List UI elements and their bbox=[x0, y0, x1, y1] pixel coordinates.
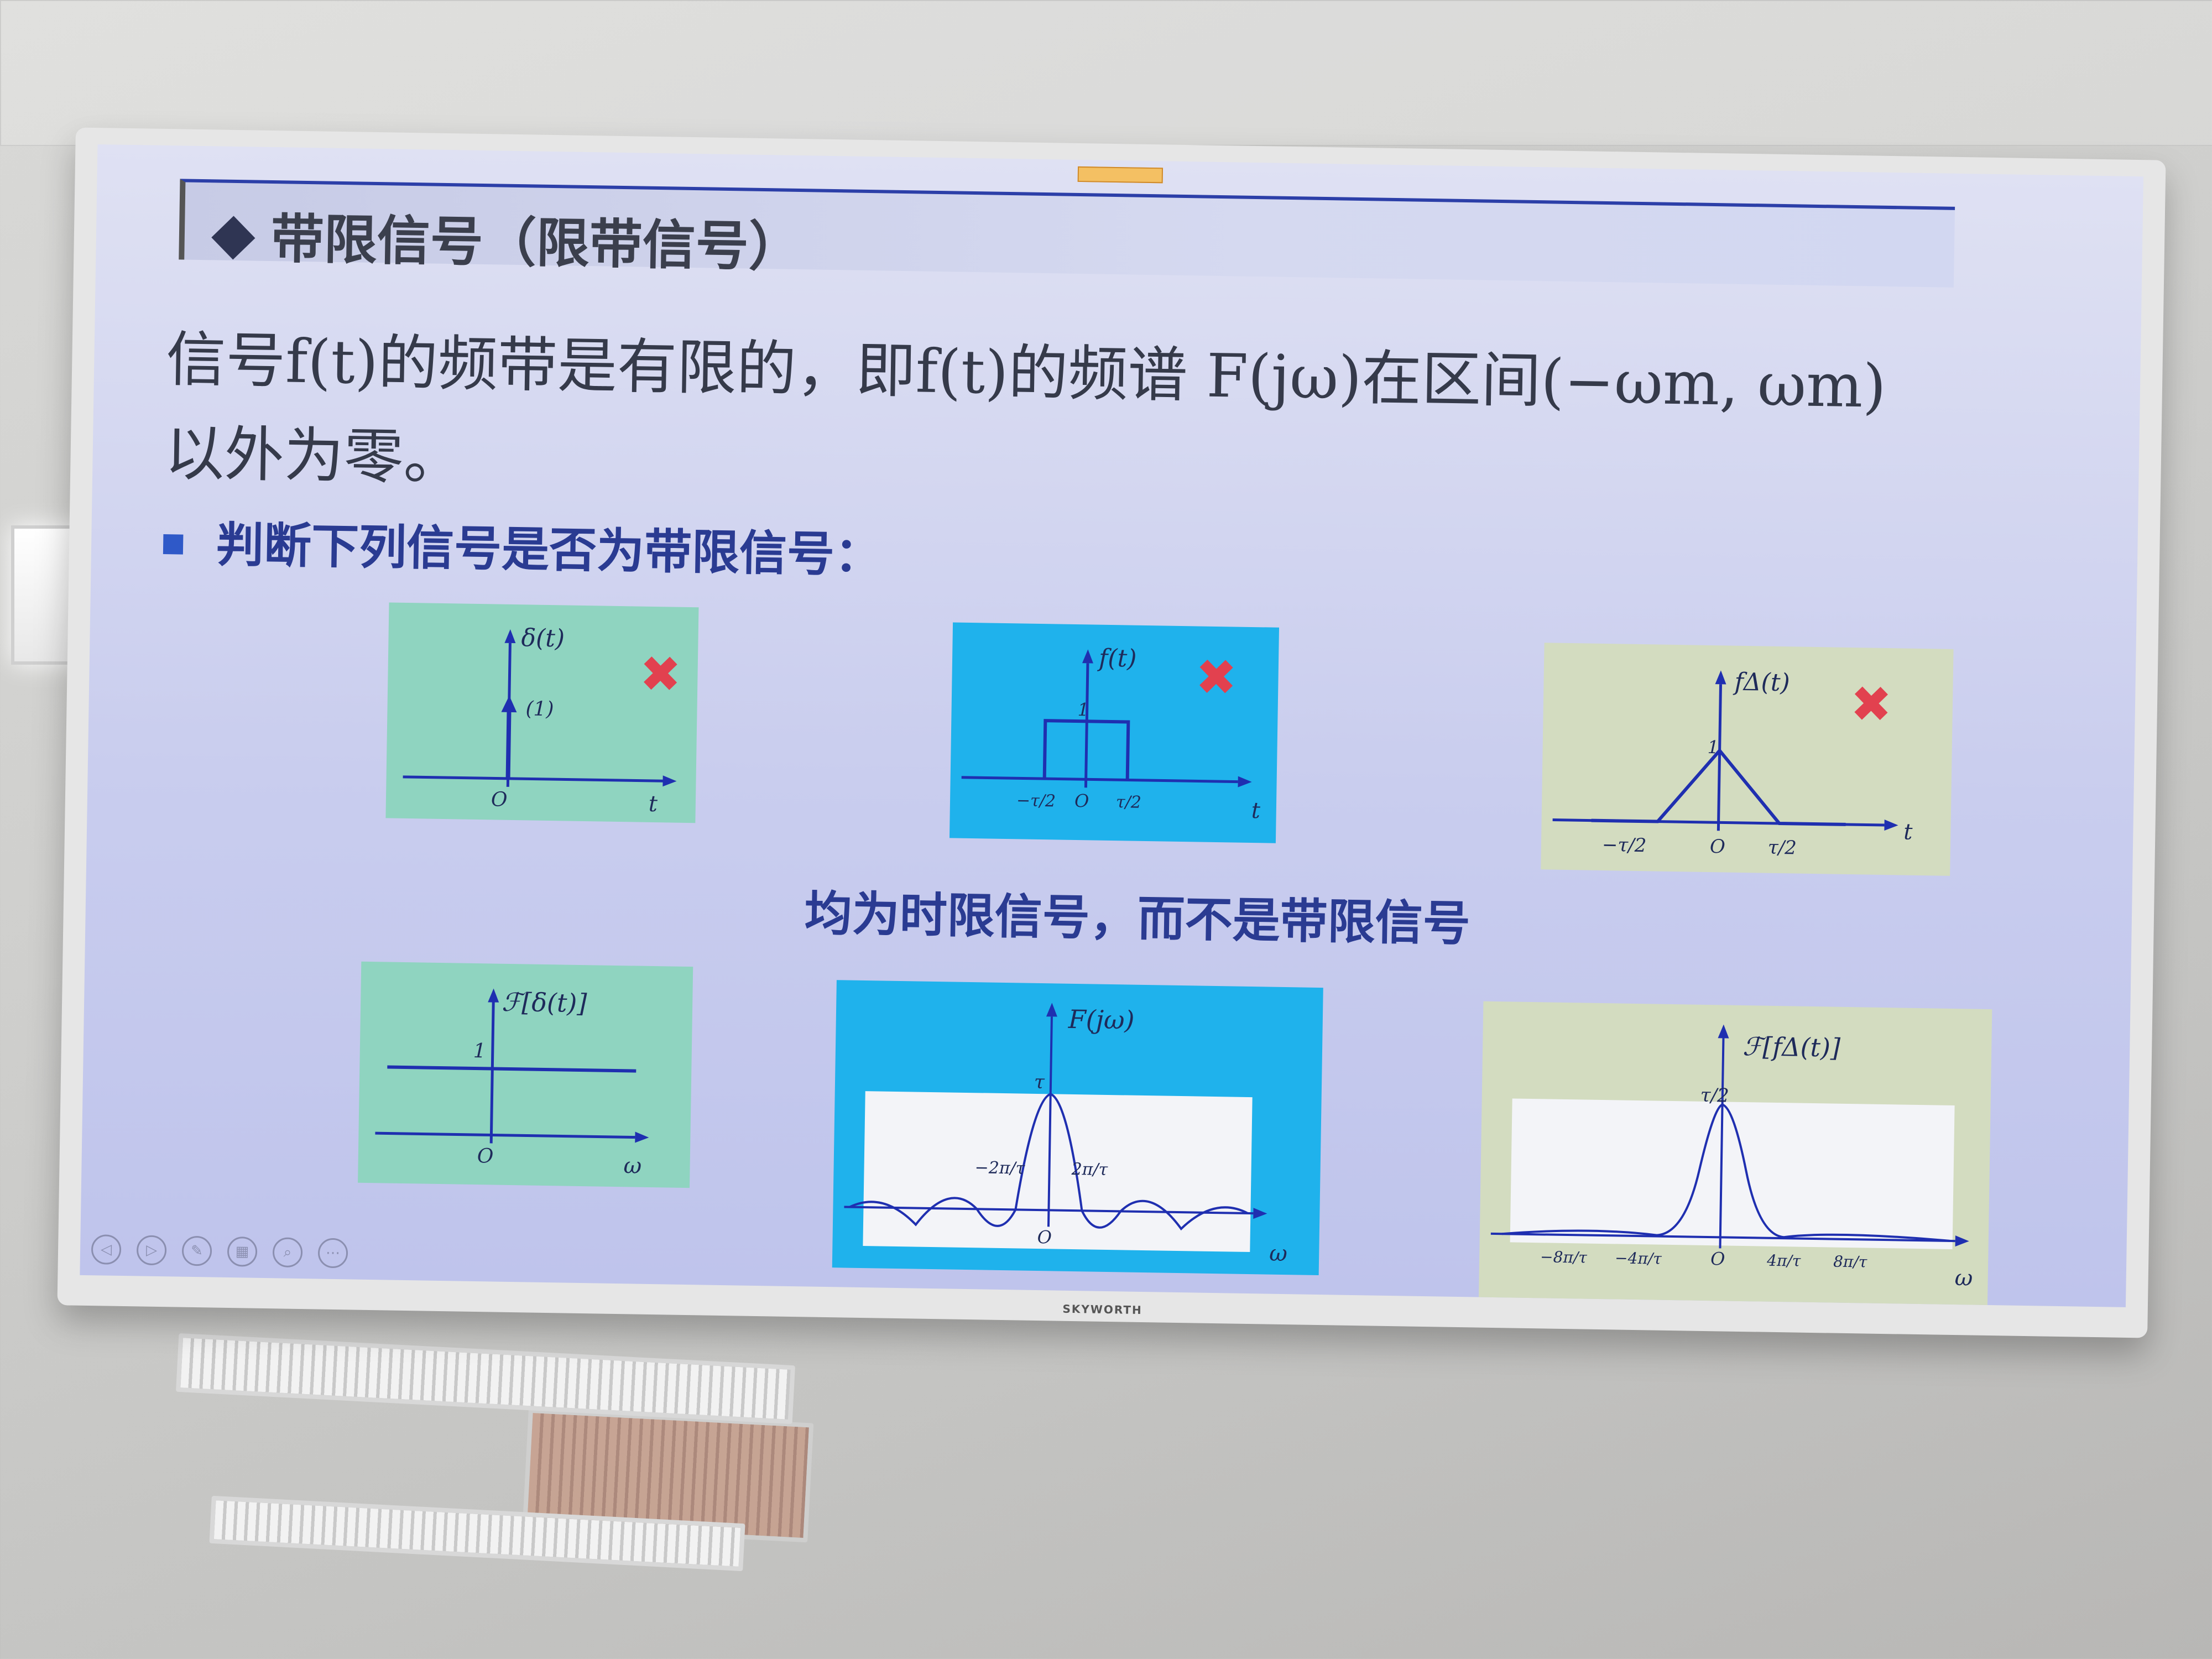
tick-label: −8π/τ bbox=[1540, 1248, 1588, 1266]
tick-label: O bbox=[1710, 1248, 1725, 1269]
label-tau2: τ/2 bbox=[1700, 1084, 1730, 1107]
label-origin: O bbox=[491, 788, 508, 811]
label-pos-2pi: 2π/τ bbox=[1071, 1160, 1108, 1180]
next-slide-icon[interactable]: ▷ bbox=[136, 1235, 167, 1266]
pen-icon[interactable]: ✎ bbox=[181, 1235, 212, 1266]
label-omega: ω bbox=[623, 1153, 641, 1179]
panel-rect-time: f(t) 1 −τ/2 O τ/2 t ✖ bbox=[949, 622, 1280, 843]
label-origin: O bbox=[1037, 1227, 1052, 1248]
tick-label: 4π/τ bbox=[1766, 1251, 1801, 1270]
panel-sinc-spectrum: F(jω) τ −2π/τ 2π/τ O ω bbox=[832, 980, 1323, 1276]
label-1: 1 bbox=[1077, 699, 1089, 720]
label-neg-tau: −τ/2 bbox=[1602, 834, 1647, 857]
label-delta: δ(t) bbox=[521, 624, 565, 653]
definition-line-1: 信号f(t)的频带是有限的，即f(t)的频谱 F(jω)在区间(−ωm, ωm) bbox=[165, 325, 1887, 421]
label-omega: ω bbox=[1269, 1241, 1287, 1267]
tick-label: −4π/τ bbox=[1615, 1249, 1662, 1267]
definition-line-2: 以外为零。 bbox=[164, 419, 464, 493]
tv-brand-logo: SKYWORTH bbox=[1062, 1302, 1142, 1317]
label-t: t bbox=[1903, 820, 1913, 845]
label-1: 1 bbox=[473, 1040, 486, 1062]
slide-controls: ◁ ▷ ✎ ▦ ⌕ ⋯ bbox=[91, 1234, 348, 1269]
cross-icon: ✖ bbox=[1194, 648, 1238, 707]
label-origin: O bbox=[1074, 790, 1089, 811]
label-amp: (1) bbox=[525, 697, 554, 721]
label-ftri: fΔ(t) bbox=[1733, 668, 1790, 697]
page-title: 带限信号（限带信号） bbox=[211, 195, 802, 281]
tick-label: 8π/τ bbox=[1833, 1253, 1867, 1271]
label-origin: O bbox=[477, 1145, 494, 1167]
panel-triangle-time: fΔ(t) 1 −τ/2 O τ/2 t ✖ bbox=[1541, 643, 1954, 876]
label-F: F(jω) bbox=[1067, 1004, 1134, 1035]
page-title-text: 带限信号（限带信号） bbox=[270, 208, 802, 279]
ceiling-vent bbox=[175, 1333, 796, 1425]
question-bullet: 判断下列信号是否为带限信号： bbox=[163, 505, 883, 585]
label-fdelta: ℱ[δ(t)] bbox=[502, 987, 587, 1018]
more-icon[interactable]: ⋯ bbox=[317, 1238, 348, 1269]
cross-icon: ✖ bbox=[639, 645, 682, 704]
diamond-icon bbox=[211, 215, 255, 260]
label-origin: O bbox=[1710, 836, 1726, 858]
bullet-square-icon bbox=[163, 534, 184, 555]
prev-slide-icon[interactable]: ◁ bbox=[91, 1234, 122, 1265]
question-text: 判断下列信号是否为带限信号： bbox=[216, 517, 883, 583]
panel-sinc2-spectrum: ℱ[fΔ(t)] τ/2 −8π/τ −4π/τ O 4π/τ 8π/τ ω bbox=[1478, 1001, 1992, 1307]
label-tau: τ bbox=[1034, 1071, 1046, 1093]
label-f: f(t) bbox=[1097, 644, 1137, 673]
label-neg-tau: −τ/2 bbox=[1016, 791, 1056, 811]
zoom-icon[interactable]: ⌕ bbox=[272, 1237, 303, 1268]
header-bar: 带限信号（限带信号） bbox=[179, 179, 1955, 288]
label-1: 1 bbox=[1707, 737, 1719, 758]
panel-delta-time: δ(t) (1) O t ✖ bbox=[385, 602, 699, 823]
slide-logo bbox=[1077, 166, 1164, 184]
label-pos-tau: τ/2 bbox=[1116, 792, 1141, 812]
grid-icon[interactable]: ▦ bbox=[227, 1237, 258, 1267]
label-ftri-spec: ℱ[fΔ(t)] bbox=[1743, 1031, 1841, 1063]
cross-icon: ✖ bbox=[1850, 675, 1893, 734]
label-neg-2pi: −2π/τ bbox=[974, 1158, 1025, 1178]
label-t: t bbox=[1251, 798, 1261, 823]
slide-screen: 带限信号（限带信号） 信号f(t)的频带是有限的，即f(t)的频谱 F(jω)在… bbox=[80, 144, 2144, 1307]
tv-frame: 带限信号（限带信号） 信号f(t)的频带是有限的，即f(t)的频谱 F(jω)在… bbox=[57, 127, 2166, 1338]
label-pos-tau: τ/2 bbox=[1768, 837, 1797, 859]
ceiling-panel bbox=[0, 0, 2212, 146]
conclusion-text: 均为时限信号，而不是带限信号 bbox=[804, 886, 1471, 952]
panel-delta-spectrum: ℱ[δ(t)] 1 O ω bbox=[358, 961, 693, 1188]
label-t: t bbox=[649, 791, 659, 817]
label-omega: ω bbox=[1954, 1265, 1973, 1291]
